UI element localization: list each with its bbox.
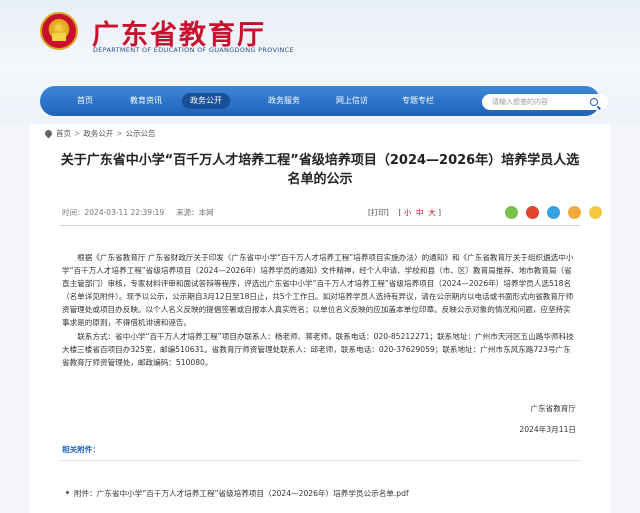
attachments-divider: [60, 460, 580, 461]
location-pin-icon: [43, 128, 54, 139]
article-source: 来源：本网: [176, 208, 214, 217]
qzone-share-icon[interactable]: [568, 206, 582, 219]
title-divider: [60, 225, 580, 226]
nav-home[interactable]: 首页: [70, 93, 100, 109]
bullet-icon: [66, 491, 69, 494]
print-button[interactable]: [打印]: [368, 208, 389, 217]
article-body: 根据《广东省教育厅 广东省财政厅关于印发〈广东省中小学“百千万人才培养工程”培养…: [62, 253, 574, 327]
breadcrumb: 首页 > 政务公开 > 公示公告: [43, 128, 156, 139]
breadcrumb-government-affairs[interactable]: 政务公开: [83, 129, 113, 138]
font-size-small-button[interactable]: 小: [404, 208, 412, 217]
font-size-medium-button[interactable]: 中: [416, 208, 424, 217]
article-title: 关于广东省中小学“百千万人才培养工程”省级培养项目（2024—2026年）培养学…: [60, 153, 580, 187]
document-date: 2024年3月11日: [519, 425, 576, 434]
nav-special-topics[interactable]: 专题专栏: [396, 93, 440, 109]
weibo-share-icon[interactable]: [526, 206, 540, 219]
site-subtitle: DEPARTMENT OF EDUCATION OF GUANGDONG PRO…: [93, 46, 294, 54]
wechat-share-icon[interactable]: [505, 206, 518, 219]
nav-government-services[interactable]: 政务服务: [262, 93, 306, 109]
article-card: 首页 > 政务公开 > 公示公告 关于广东省中小学“百千万人才培养工程”省级培养项目（2…: [30, 124, 610, 513]
font-size-large-button[interactable]: 大: [428, 208, 436, 217]
search-icon[interactable]: [590, 98, 598, 106]
attachments-heading: 相关附件：: [62, 445, 100, 454]
nav-government-affairs[interactable]: 政务公开: [182, 93, 230, 109]
attachment-link[interactable]: 附件：广东省中小学“百千万人才培养工程”省级培养项目（2024—2026年）培养…: [66, 488, 409, 499]
breadcrumb-announcements[interactable]: 公示公告: [126, 129, 156, 138]
search-placeholder: 请输入想查的内容: [492, 98, 548, 106]
search-input[interactable]: 请输入想查的内容: [482, 94, 608, 110]
share-bar: [505, 204, 605, 219]
publish-time: 时间：2024-03-11 22:39:19: [62, 208, 165, 217]
main-nav: 首页 教育资讯 政务公开 政务服务 网上信访 专题专栏 请输入想查的内容: [40, 86, 608, 116]
article-meta: 时间：2024-03-11 22:39:19 来源：本网: [62, 207, 214, 218]
national-emblem-icon: ★: [40, 12, 78, 50]
nav-online-petition[interactable]: 网上信访: [330, 93, 374, 109]
breadcrumb-home[interactable]: 首页: [56, 129, 71, 138]
more-share-icon[interactable]: [589, 206, 603, 219]
qq-share-icon[interactable]: [547, 206, 561, 219]
attachment-label: 附件：广东省中小学“百千万人才培养工程”省级培养项目（2024—2026年）培养…: [74, 489, 409, 498]
article-tools: [打印] [ 小 中 大 ]: [368, 208, 442, 217]
contact-info: 联系方式：省中小学“百千万人才培养工程”项目办联系人：杨老师、蒋老师，联系电话：…: [62, 332, 574, 367]
site-header: ★ 广东省教育厅 DEPARTMENT OF EDUCATION OF GUAN…: [0, 0, 640, 124]
signature: 广东省教育厅: [530, 404, 576, 413]
nav-education-news[interactable]: 教育资讯: [124, 93, 168, 109]
